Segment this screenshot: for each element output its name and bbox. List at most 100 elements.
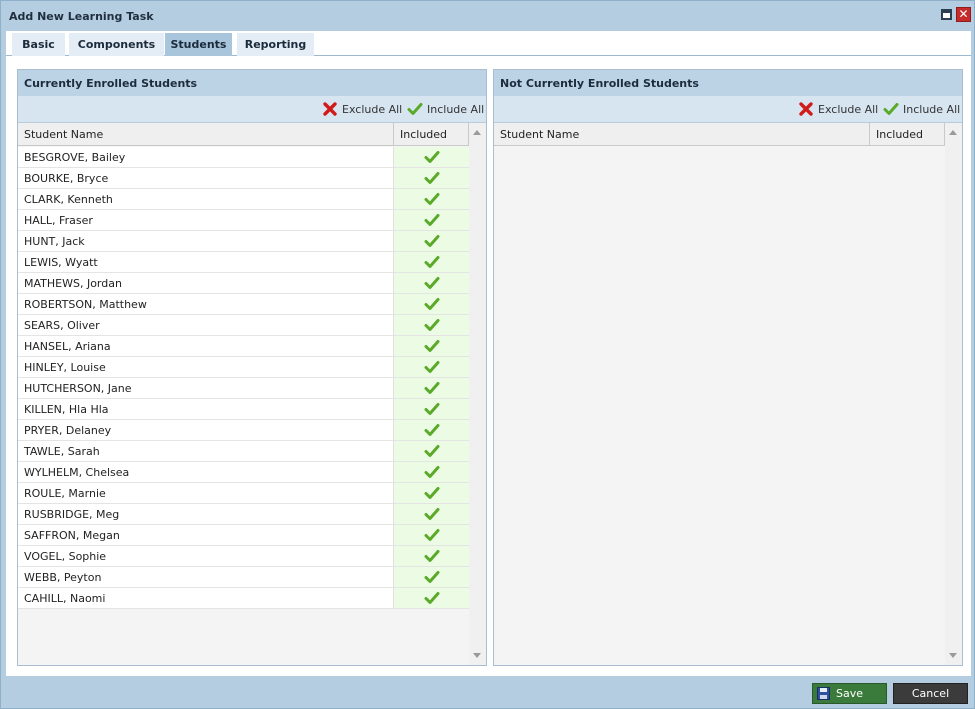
table-row[interactable]: CAHILL, Naomi — [18, 588, 469, 609]
green-check-icon[interactable] — [424, 339, 440, 353]
column-header-student-name[interactable]: Student Name — [18, 123, 394, 145]
table-row[interactable]: BESGROVE, Bailey — [18, 147, 469, 168]
green-check-icon[interactable] — [424, 255, 440, 269]
enrolled-panel-header: Currently Enrolled Students — [18, 70, 486, 96]
table-row[interactable]: CLARK, Kenneth — [18, 189, 469, 210]
table-row[interactable]: ROULE, Marnie — [18, 483, 469, 504]
included-cell[interactable] — [394, 189, 469, 209]
table-row[interactable]: HUNT, Jack — [18, 231, 469, 252]
column-header-included[interactable]: Included — [394, 123, 469, 145]
table-row[interactable]: RUSBRIDGE, Meg — [18, 504, 469, 525]
included-cell[interactable] — [394, 525, 469, 545]
green-check-icon[interactable] — [424, 171, 440, 185]
green-check-icon[interactable] — [424, 528, 440, 542]
included-cell[interactable] — [394, 336, 469, 356]
column-header-student-name[interactable]: Student Name — [494, 123, 870, 145]
green-check-icon[interactable] — [424, 150, 440, 164]
included-cell[interactable] — [394, 147, 469, 167]
table-row[interactable]: HALL, Fraser — [18, 210, 469, 231]
green-check-icon[interactable] — [424, 570, 440, 584]
student-name-cell: WYLHELM, Chelsea — [18, 462, 394, 482]
exclude-all-button[interactable]: Exclude All — [798, 101, 878, 117]
green-check-icon[interactable] — [424, 465, 440, 479]
include-all-label: Include All — [903, 102, 961, 116]
included-cell[interactable] — [394, 378, 469, 398]
student-name-cell: HINLEY, Louise — [18, 357, 394, 377]
maximize-button[interactable] — [941, 9, 952, 20]
table-row[interactable]: SEARS, Oliver — [18, 315, 469, 336]
green-check-icon[interactable] — [424, 549, 440, 563]
green-check-icon[interactable] — [424, 507, 440, 521]
included-cell[interactable] — [394, 588, 469, 608]
enrolled-scrollbar[interactable] — [469, 123, 486, 665]
included-cell[interactable] — [394, 357, 469, 377]
table-row[interactable]: VOGEL, Sophie — [18, 546, 469, 567]
included-cell[interactable] — [394, 546, 469, 566]
save-button[interactable]: Save — [812, 683, 887, 704]
included-cell[interactable] — [394, 231, 469, 251]
scroll-down-icon[interactable] — [949, 653, 957, 658]
table-row[interactable]: ROBERTSON, Matthew — [18, 294, 469, 315]
included-cell[interactable] — [394, 567, 469, 587]
enrolled-student-list: BESGROVE, Bailey BOURKE, Bryce CLARK, Kenn… — [18, 147, 469, 609]
green-check-icon[interactable] — [424, 192, 440, 206]
green-check-icon[interactable] — [424, 318, 440, 332]
included-cell[interactable] — [394, 441, 469, 461]
green-check-icon[interactable] — [424, 591, 440, 605]
tab-reporting[interactable]: Reporting — [237, 33, 314, 56]
table-row[interactable]: LEWIS, Wyatt — [18, 252, 469, 273]
included-cell[interactable] — [394, 168, 469, 188]
exclude-all-label: Exclude All — [818, 102, 879, 116]
green-check-icon[interactable] — [424, 486, 440, 500]
green-check-icon[interactable] — [424, 402, 440, 416]
included-cell[interactable] — [394, 504, 469, 524]
green-check-icon[interactable] — [424, 360, 440, 374]
green-check-icon[interactable] — [424, 381, 440, 395]
green-check-icon[interactable] — [424, 297, 440, 311]
table-row[interactable]: MATHEWS, Jordan — [18, 273, 469, 294]
table-row[interactable]: WEBB, Peyton — [18, 567, 469, 588]
tab-basic[interactable]: Basic — [12, 33, 65, 56]
include-all-button[interactable]: Include All — [407, 101, 484, 117]
table-row[interactable]: HINLEY, Louise — [18, 357, 469, 378]
exclude-all-button[interactable]: Exclude All — [322, 101, 402, 117]
green-check-icon[interactable] — [424, 213, 440, 227]
included-cell[interactable] — [394, 210, 469, 230]
scroll-up-icon[interactable] — [473, 130, 481, 135]
tab-components[interactable]: Components — [69, 33, 164, 56]
close-button[interactable]: ✕ — [956, 7, 971, 22]
green-check-icon — [883, 103, 899, 115]
student-name-cell: HUTCHERSON, Jane — [18, 378, 394, 398]
table-row[interactable]: PRYER, Delaney — [18, 420, 469, 441]
floppy-disk-icon — [817, 687, 830, 700]
table-row[interactable]: TAWLE, Sarah — [18, 441, 469, 462]
included-cell[interactable] — [394, 252, 469, 272]
green-check-icon[interactable] — [424, 444, 440, 458]
table-row[interactable]: SAFFRON, Megan — [18, 525, 469, 546]
student-name-cell: SEARS, Oliver — [18, 315, 394, 335]
table-row[interactable]: KILLEN, Hla Hla — [18, 399, 469, 420]
include-all-button[interactable]: Include All — [883, 101, 960, 117]
table-row[interactable]: WYLHELM, Chelsea — [18, 462, 469, 483]
green-check-icon[interactable] — [424, 276, 440, 290]
scroll-down-icon[interactable] — [473, 653, 481, 658]
included-cell[interactable] — [394, 399, 469, 419]
included-cell[interactable] — [394, 462, 469, 482]
green-check-icon[interactable] — [424, 234, 440, 248]
included-cell[interactable] — [394, 273, 469, 293]
table-row[interactable]: BOURKE, Bryce — [18, 168, 469, 189]
tab-students[interactable]: Students — [165, 33, 232, 56]
included-cell[interactable] — [394, 483, 469, 503]
included-cell[interactable] — [394, 315, 469, 335]
column-header-included[interactable]: Included — [870, 123, 945, 145]
included-cell[interactable] — [394, 294, 469, 314]
included-cell[interactable] — [394, 420, 469, 440]
student-name-cell: HUNT, Jack — [18, 231, 394, 251]
green-check-icon[interactable] — [424, 423, 440, 437]
table-row[interactable]: HUTCHERSON, Jane — [18, 378, 469, 399]
table-row[interactable]: HANSEL, Ariana — [18, 336, 469, 357]
dialog-window: Add New Learning Task ✕ Basic Components… — [0, 0, 975, 709]
scroll-up-icon[interactable] — [949, 130, 957, 135]
cancel-button[interactable]: Cancel — [893, 683, 968, 704]
not-enrolled-scrollbar[interactable] — [945, 123, 962, 665]
